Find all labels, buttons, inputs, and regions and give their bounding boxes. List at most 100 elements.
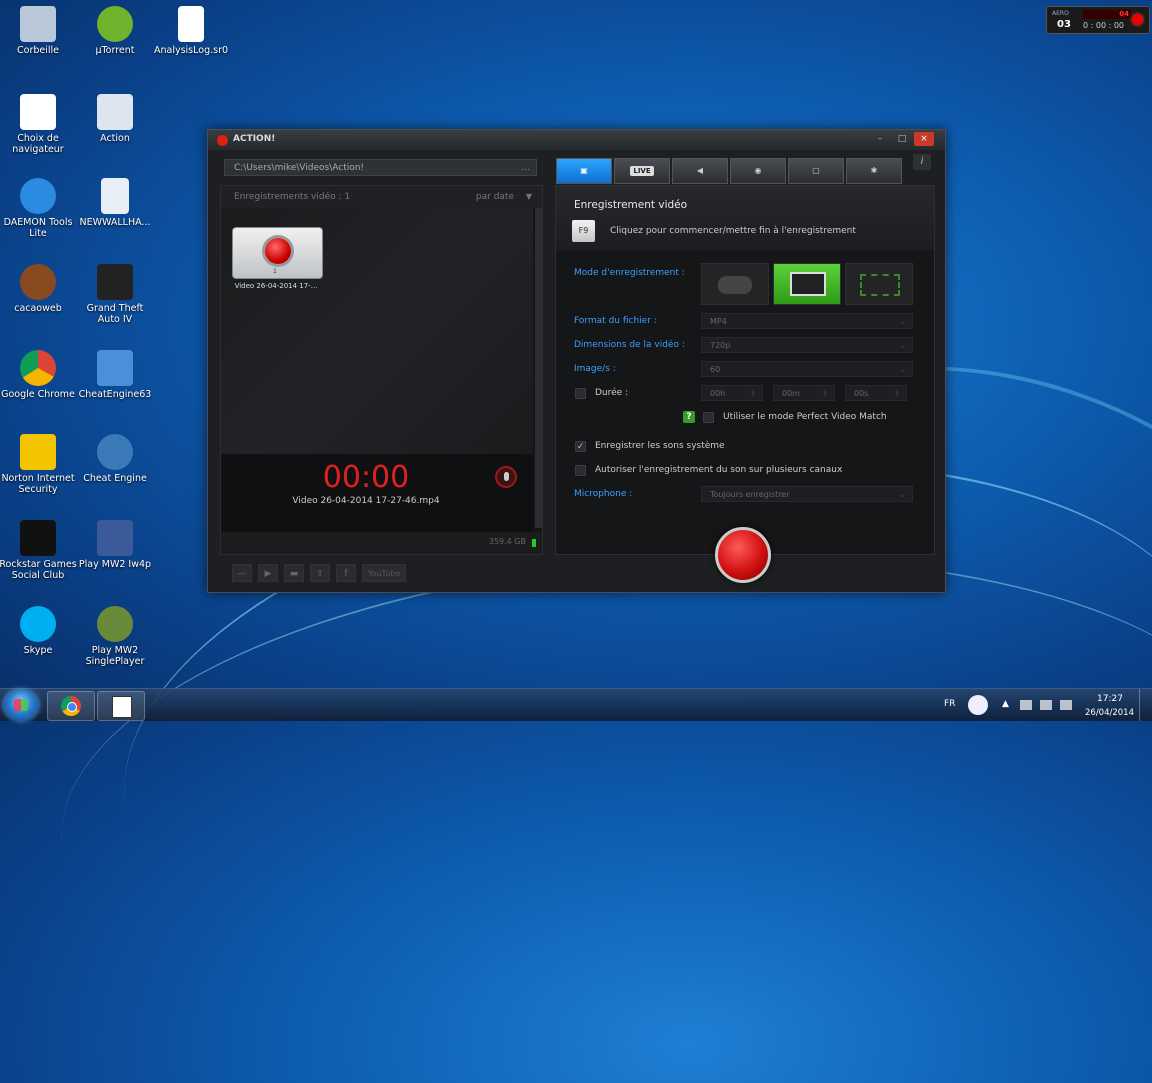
action-window: ACTION! – □ × C:\Users\mike\Videos\Actio… [207,129,946,593]
desktop-icon-label: Action [100,133,130,144]
recording-gadget[interactable]: AERO 03 04 0 : 00 : 00 [1046,6,1150,34]
duration-label: Durée : [595,388,629,398]
duration-minutes[interactable]: 00m ⇕ [773,385,835,401]
desktop-icon-mw2-singleplayer[interactable]: Play MW2 SinglePlayer [75,606,155,667]
show-hidden-icons-icon[interactable]: ▲ [1002,699,1009,709]
mode-desktop-button[interactable] [773,263,841,305]
system-sounds-checkbox[interactable]: ✓ [575,441,586,452]
thumbnail-label: Video 26-04-2014 17-... [234,282,318,290]
tab-benchmark[interactable]: ◉ [730,158,786,184]
desktop-icon-label: Norton Internet Security [1,473,75,495]
video-settings-panel: Enregistrement vidéo F9 Cliquez pour com… [555,185,935,555]
close-icon[interactable]: × [914,132,934,146]
play-icon[interactable]: ▶ [258,564,278,582]
desktop-icon-google-chrome[interactable]: Google Chrome [0,350,78,400]
disk-status-icon [532,539,536,547]
recording-thumbnail[interactable]: 1 [232,227,323,279]
desktop-icon-action[interactable]: Action [75,94,155,144]
desktop-icon-analysislog[interactable]: AnalysisLog.sr0 [151,6,231,56]
tab-live[interactable]: LIVE [614,158,670,184]
desktop-icon-gta-iv[interactable]: Grand Theft Auto IV [75,264,155,325]
title-bar[interactable]: ACTION! – □ × [208,130,945,150]
system-sounds-label: Enregistrer les sons système [595,441,725,451]
desktop-icon-cheat-engine[interactable]: Cheat Engine [75,434,155,484]
chevron-down-icon[interactable]: ▼ [526,186,532,208]
multichannel-checkbox[interactable] [575,465,586,476]
info-tray-icon[interactable] [968,695,988,715]
desktop-icon-skype[interactable]: Skype [0,606,78,656]
mode-region-button[interactable] [845,263,913,305]
gadget-record-icon[interactable] [1132,14,1143,25]
desktop-icon-label: Google Chrome [1,389,75,400]
desktop-icon-label: Rockstar Games Social Club [0,559,77,581]
desktop-icon-norton[interactable]: Norton Internet Security [0,434,78,495]
desktop-icon-recycle-bin[interactable]: Corbeille [0,6,78,56]
output-path-field[interactable]: C:\Users\mike\Videos\Action! ... [224,159,537,176]
network-icon[interactable] [1020,700,1032,710]
flag-icon[interactable] [1040,700,1052,710]
gear-icon [97,434,133,470]
video-dimensions-select[interactable]: 720p ⌄ [701,337,913,353]
duration-seconds[interactable]: 00s ⇕ [845,385,907,401]
desktop-icon-cheatengine63[interactable]: CheatEngine63 [75,350,155,400]
calculator-icon [97,94,133,130]
spinner-icon[interactable]: ⇕ [894,386,900,402]
language-indicator[interactable]: FR [944,699,955,709]
desktop-icon-label: Skype [23,645,53,656]
record-button[interactable] [715,527,771,583]
maximize-icon[interactable]: □ [892,132,912,146]
desktop-icon-label: AnalysisLog.sr0 [153,45,229,56]
desktop-icon-label: DAEMON Tools Lite [3,217,73,239]
duration-checkbox[interactable] [575,388,586,399]
desktop-icon-newwallha[interactable]: NEWWALLHA... [75,178,155,228]
desktop-icon-browser-choice[interactable]: Choix de navigateur [0,94,78,155]
tab-screenshot[interactable]: ▢ [788,158,844,184]
taskbar-action[interactable] [97,691,145,721]
duration-hours[interactable]: 00h ⇕ [701,385,763,401]
delete-icon[interactable]: — [232,564,252,582]
clock-time[interactable]: 17:27 [1097,694,1123,704]
record-thumbnail-icon [265,238,291,264]
checklist-icon [20,94,56,130]
perfect-video-match-checkbox[interactable] [703,412,714,423]
minimize-icon[interactable]: – [870,132,890,146]
spinner-icon[interactable]: ⇕ [750,386,756,402]
folder-icon[interactable]: ▬ [284,564,304,582]
microphone-icon[interactable] [495,466,517,488]
show-desktop-button[interactable] [1139,689,1152,721]
help-icon[interactable]: ? [683,411,695,423]
youtube-button[interactable]: YouTube [362,564,406,582]
file-format-select[interactable]: MP4 ⌄ [701,313,913,329]
clock-date[interactable]: 26/04/2014 [1085,708,1134,718]
video-settings-header: Enregistrement vidéo F9 Cliquez pour com… [556,186,934,250]
browse-path-button[interactable]: ... [521,160,530,177]
tab-video-record[interactable]: ▣ [556,158,612,184]
file-format-value: MP4 [710,317,727,326]
microphone-select[interactable]: Toujours enregistrer ⌄ [701,486,913,502]
spinner-icon[interactable]: ⇕ [822,386,828,402]
upload-icon[interactable]: ⇧ [310,564,330,582]
desktop-icon-utorrent[interactable]: µTorrent [75,6,155,56]
tab-settings[interactable]: ✱ [846,158,902,184]
tab-audio[interactable]: ◀ [672,158,728,184]
volume-icon[interactable] [1060,700,1072,710]
desktop-icon-daemon-tools[interactable]: DAEMON Tools Lite [0,178,78,239]
recordings-panel: Enregistrements vidéo : 1 par date ▼ 1 V… [220,185,543,555]
desktop-icon-cacaoweb[interactable]: cacaoweb [0,264,78,314]
info-icon[interactable]: i [913,154,931,170]
start-button[interactable] [4,690,38,720]
desktop-icon-mw2-iw4p[interactable]: Play MW2 Iw4p [75,520,155,570]
recordings-scrollbar[interactable] [535,208,542,528]
sort-dropdown[interactable]: par date [476,186,514,208]
fps-select[interactable]: 60 ⌄ [701,361,913,377]
file-icon [178,6,204,42]
desktop-icon-label: Choix de navigateur [12,133,64,155]
mode-game-button[interactable] [701,263,769,305]
wallpaper-streak [44,518,1152,1083]
mw2-sp-icon [97,606,133,642]
taskbar-chrome[interactable] [47,691,95,721]
facebook-icon[interactable]: f [336,564,356,582]
chevron-down-icon: ⌄ [899,317,906,326]
desktop-icon-rockstar[interactable]: Rockstar Games Social Club [0,520,78,581]
hotkey-button[interactable]: F9 [572,220,595,242]
